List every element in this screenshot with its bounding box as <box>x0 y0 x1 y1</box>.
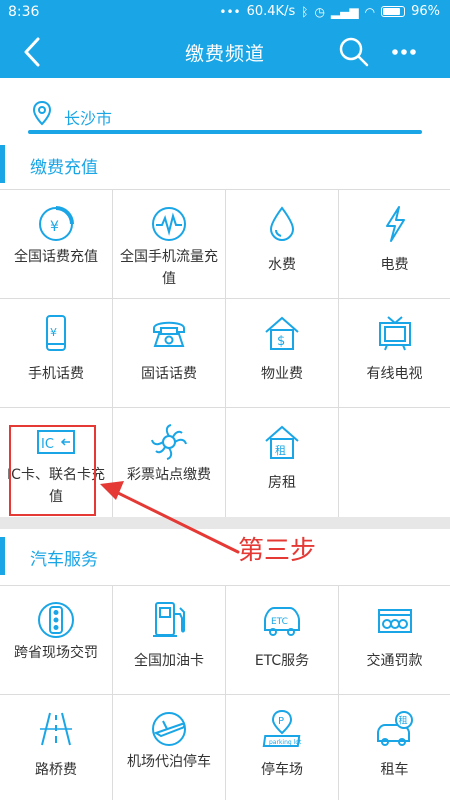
tv-icon <box>379 316 411 351</box>
grid-item-label: 跨省现场交罚 <box>14 645 98 661</box>
grid-item-label: 固话话费 <box>141 366 197 382</box>
nav-bar: 缴费频道 <box>0 26 450 78</box>
back-arrow-icon <box>24 37 40 67</box>
grid-item-label: 手机话费 <box>28 366 84 382</box>
grid-item-label: 电费 <box>380 257 409 273</box>
section-divider <box>0 517 450 529</box>
location-pin-icon <box>32 100 52 126</box>
search-button[interactable] <box>336 34 372 70</box>
fuel-pump-icon <box>153 602 185 637</box>
road-icon <box>40 712 72 746</box>
grid-item-property-fee[interactable]: $ 物业费 <box>226 299 338 407</box>
grid-item-etc-service[interactable]: ETC ETC服务 <box>226 586 338 694</box>
status-bar: 8:36 ••• 60.4K/s ᛒ ◷ ▂▄▆ ◠ 96% <box>0 0 450 26</box>
page-title: 缴费频道 <box>184 43 265 65</box>
more-icon <box>392 49 416 55</box>
wifi-icon: ◠ <box>364 4 376 19</box>
grid-item-parking-lot[interactable]: P parking lot 停车场 <box>226 695 338 800</box>
status-time: 8:36 <box>8 4 40 20</box>
svg-text:¥: ¥ <box>50 219 59 235</box>
grid-item-label: 物业费 <box>261 366 303 382</box>
section-accent-bar <box>0 145 5 183</box>
section-title: 缴费充值 <box>30 158 98 178</box>
rent-house-icon: 租 <box>265 425 299 459</box>
svg-text:¥: ¥ <box>50 326 57 339</box>
property-fee-icon: $ <box>265 316 299 350</box>
grid-item-airport-parking[interactable]: 机场代泊停车 <box>113 695 225 800</box>
grid-item-road-toll[interactable]: 路桥费 <box>0 695 112 800</box>
grid-item-label: 水费 <box>268 257 296 273</box>
lightning-icon <box>386 206 405 242</box>
grid-item-mobile-data[interactable]: 全国手机流量充值 <box>113 190 225 298</box>
car-rental-icon: 租 <box>377 711 413 746</box>
grid-item-label: 路桥费 <box>35 762 77 778</box>
mobile-phone-icon: ¥ <box>46 315 66 351</box>
svg-text:租: 租 <box>275 444 286 457</box>
grid-item-cross-province-fine[interactable]: 跨省现场交罚 <box>0 586 112 694</box>
grid-item-label: 全国加油卡 <box>134 653 204 669</box>
grid-item-traffic-fine[interactable]: 交通罚款 <box>339 586 450 694</box>
svg-text:ETC: ETC <box>271 617 288 627</box>
svg-text:parking lot: parking lot <box>269 739 302 746</box>
grid-item-fuel-card[interactable]: 全国加油卡 <box>113 586 225 694</box>
battery-icon <box>381 6 406 17</box>
alarm-icon: ◷ <box>314 4 325 19</box>
location-underline <box>28 130 422 134</box>
traffic-fine-icon <box>378 609 412 633</box>
grid-item-label: 机场代泊停车 <box>127 754 211 770</box>
section-header-payment: 缴费充值 <box>0 141 450 187</box>
grid-item-label: 有线电视 <box>366 366 423 382</box>
grid-item-cable-tv[interactable]: 有线电视 <box>339 299 450 407</box>
svg-text:租: 租 <box>399 716 408 727</box>
dots-icon: ••• <box>219 4 241 19</box>
location-city: 长沙市 <box>64 109 113 128</box>
bluetooth-icon: ᛒ <box>301 4 309 19</box>
highlight-box <box>9 425 96 516</box>
grid-item-label: 交通罚款 <box>366 653 423 669</box>
search-icon <box>339 37 369 67</box>
more-button[interactable] <box>384 34 424 70</box>
grid-item-empty <box>339 408 450 518</box>
grid-item-label: 全国话费充值 <box>14 249 98 265</box>
grid-item-label: 全国手机流量充值 <box>120 249 218 287</box>
mobile-data-icon <box>152 207 186 241</box>
grid-item-landline-bill[interactable]: 固话话费 <box>113 299 225 407</box>
svg-text:$: $ <box>277 334 285 349</box>
grid-item-label: 彩票站点缴费 <box>127 467 211 483</box>
etc-car-icon: ETC <box>264 607 300 636</box>
phone-bill-icon: ¥ <box>39 206 74 241</box>
section-accent-bar <box>0 537 5 575</box>
grid-item-rent[interactable]: 租 房租 <box>226 408 338 518</box>
back-button[interactable] <box>14 34 54 70</box>
battery-percent: 96% <box>411 4 440 19</box>
grid-item-lottery[interactable]: 彩票站点缴费 <box>113 408 225 518</box>
net-speed: 60.4K/s <box>246 4 296 19</box>
traffic-light-icon <box>38 602 74 638</box>
grid-item-label: 停车场 <box>261 762 303 778</box>
section-title: 汽车服务 <box>30 550 98 570</box>
water-drop-icon <box>269 206 295 242</box>
annotation-label: 第三步 <box>238 536 317 566</box>
grid-item-car-rental[interactable]: 租 租车 <box>339 695 450 800</box>
grid-item-label: ETC服务 <box>254 653 310 669</box>
grid-item-water[interactable]: 水费 <box>226 190 338 298</box>
signal-icon: ▂▄▆ <box>330 4 359 19</box>
svg-text:P: P <box>278 716 284 727</box>
section-header-car-service: 汽车服务 <box>0 533 450 579</box>
lottery-icon <box>151 424 187 460</box>
grid-item-electricity[interactable]: 电费 <box>339 190 450 298</box>
grid-item-phone-bill-recharge[interactable]: ¥ 全国话费充值 <box>0 190 112 298</box>
location-selector[interactable]: 长沙市 <box>28 98 422 136</box>
car-service-grid: 跨省现场交罚 全国加油卡 ETC ETC服务 交通罚款 路桥费 机场代泊停车 P… <box>0 585 450 800</box>
grid-item-label: 房租 <box>268 475 296 491</box>
grid-item-mobile-phone-bill[interactable]: ¥ 手机话费 <box>0 299 112 407</box>
airplane-icon <box>152 712 186 746</box>
landline-phone-icon <box>153 321 185 347</box>
grid-item-label: 租车 <box>380 762 409 778</box>
parking-icon: P parking lot <box>262 709 302 747</box>
status-indicators: ••• 60.4K/s ᛒ ◷ ▂▄▆ ◠ 96% <box>219 4 440 19</box>
